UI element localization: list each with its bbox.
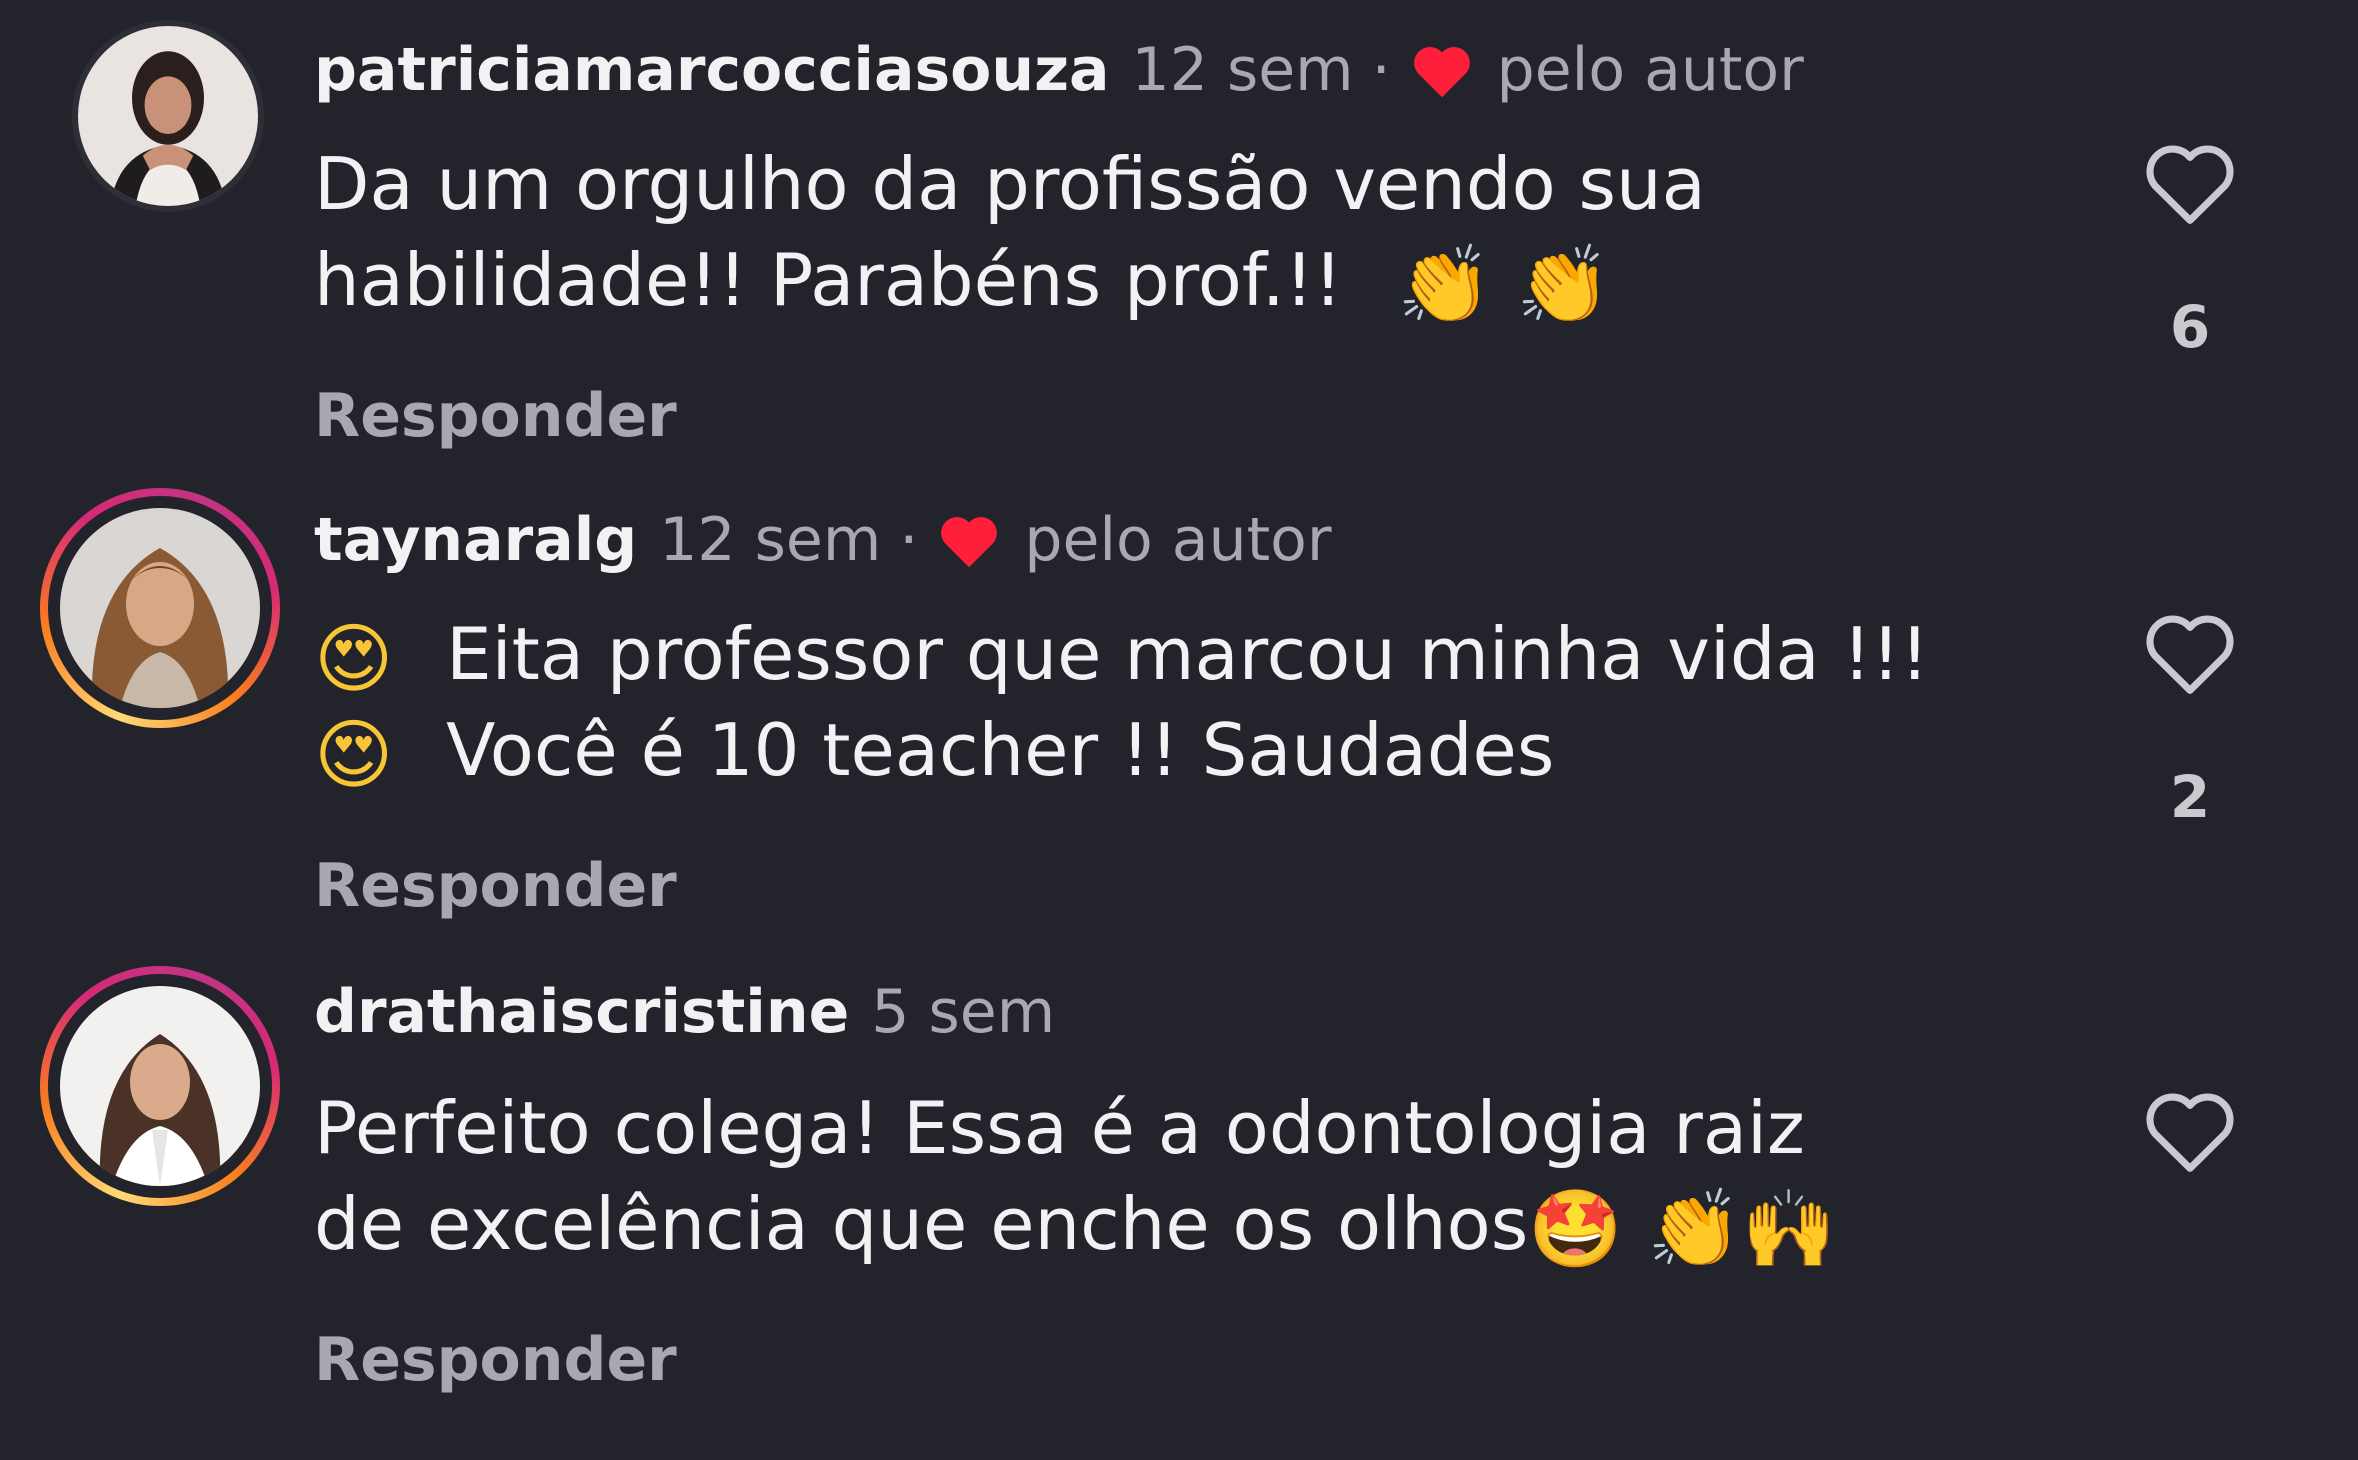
heart-eyes-emoji: 😍	[314, 710, 394, 800]
liked-by-author-heart-icon	[1413, 47, 1470, 98]
avatar[interactable]	[40, 966, 280, 1206]
comment-meta: taynaralg 12 sem · pelo autor	[314, 504, 1332, 576]
comment-text: habilidade!! Parabéns prof.!!	[314, 238, 1343, 322]
comment-meta: drathaiscristine 5 sem	[314, 976, 1055, 1048]
comment-meta: patriciamarcocciasouza 12 sem · pelo aut…	[314, 34, 1804, 106]
separator-dot: ·	[1371, 35, 1391, 105]
username[interactable]: taynaralg	[314, 504, 637, 576]
by-author-label: pelo autor	[1496, 35, 1804, 105]
comment-text-line: habilidade!! Parabéns prof.!! 👏 👏	[314, 232, 1611, 328]
reply-button[interactable]: Responder	[314, 380, 677, 452]
reply-button[interactable]: Responder	[314, 1324, 677, 1396]
comment-text-line: Perfeito colega! Essa é a odontologia ra…	[314, 1086, 1805, 1170]
by-author-label: pelo autor	[1024, 505, 1332, 575]
emoji-group: 🤩 👏🙌	[1528, 1184, 1837, 1274]
reply-button[interactable]: Responder	[314, 850, 677, 922]
like-heart-icon[interactable]	[2140, 606, 2240, 698]
separator-dot: ·	[899, 505, 919, 575]
clapping-hands-emoji: 👏 👏	[1397, 240, 1611, 330]
comment-text: de excelência que enche os olhos	[314, 1182, 1529, 1266]
avatar[interactable]	[40, 488, 280, 728]
like-count: 2	[2169, 763, 2211, 831]
like-heart-icon[interactable]	[2140, 136, 2240, 228]
avatar-photo	[60, 508, 260, 708]
avatar-photo	[60, 986, 260, 1186]
timestamp: 5 sem	[871, 977, 1056, 1047]
timestamp: 12 sem	[659, 505, 882, 575]
like-count: 6	[2169, 293, 2211, 361]
liked-by-author-heart-icon	[941, 517, 998, 568]
heart-eyes-emoji: 😍	[314, 614, 394, 704]
comment-text-line: de excelência que enche os olhos🤩 👏🙌	[314, 1176, 1836, 1272]
comment-text-line: 😍 Eita professor que marcou minha vida !…	[314, 606, 1929, 702]
avatar-photo	[78, 26, 258, 206]
avatar[interactable]	[72, 20, 264, 212]
username[interactable]: drathaiscristine	[314, 976, 849, 1048]
comment-text: Eita professor que marcou minha vida !!!	[446, 612, 1930, 696]
comment-text: Você é 10 teacher !! Saudades	[446, 708, 1555, 792]
username[interactable]: patriciamarcocciasouza	[314, 34, 1110, 106]
timestamp: 12 sem	[1131, 35, 1354, 105]
like-heart-icon[interactable]	[2140, 1084, 2240, 1176]
comment-text-line: Da um orgulho da profissão vendo sua	[314, 142, 1706, 226]
comment-text-line: 😍 Você é 10 teacher !! Saudades	[314, 702, 1554, 798]
